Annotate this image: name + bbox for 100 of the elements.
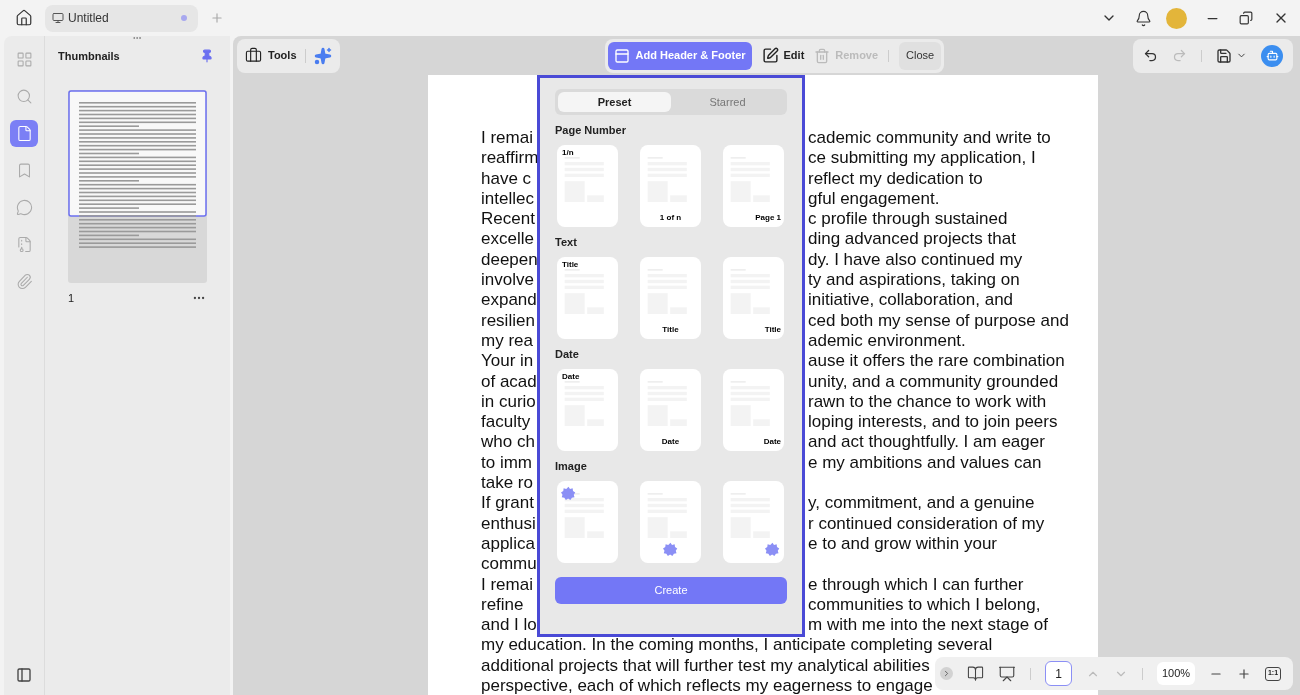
document-text-fragment: who ch xyxy=(481,432,536,453)
template-card[interactable] xyxy=(557,481,618,563)
zoom-field[interactable]: 100% xyxy=(1157,662,1195,685)
document-text-line: additional projects that will further test my analytical abilities xyxy=(481,655,930,676)
sidebar-tab[interactable] xyxy=(10,120,38,147)
template-label: Title xyxy=(764,326,781,334)
page-thumbnail[interactable] xyxy=(68,90,207,283)
redo-icon[interactable] xyxy=(1172,48,1187,63)
flower-icon xyxy=(561,486,576,501)
template-label: Page 1 xyxy=(755,214,781,222)
document-text-fragment: ced both my sense of purpose and xyxy=(808,310,1069,331)
document-text-fragment: ce submitting my application, I xyxy=(808,148,1036,169)
template-label: Date xyxy=(763,438,781,446)
close-button[interactable]: Close xyxy=(899,41,942,70)
document-text-fragment: of acad xyxy=(481,371,537,392)
edit-icon xyxy=(761,47,779,64)
document-tab[interactable]: Untitled xyxy=(45,4,198,32)
template-label: 1 of n xyxy=(658,214,683,222)
document-text-fragment: communities to which I belong, xyxy=(808,594,1041,616)
template-card[interactable] xyxy=(640,481,701,563)
document-text-fragment: e through which I can further xyxy=(808,574,1024,595)
section-title: Page Number xyxy=(555,124,627,137)
document-text-fragment: Your in xyxy=(481,351,535,372)
document-text-fragment: If grant xyxy=(481,493,535,514)
page-icon xyxy=(15,125,33,142)
create-button[interactable]: Create xyxy=(555,577,787,604)
bell-icon[interactable] xyxy=(1135,9,1152,27)
document-text-fragment: unity, and a community grounded xyxy=(808,371,1059,392)
document-text-fragment: reaffirm xyxy=(481,148,537,169)
page-number-field[interactable]: 1 xyxy=(1045,661,1072,686)
document-text-fragment: ty and aspirations, taking on xyxy=(808,270,1020,291)
paperclip-icon xyxy=(15,273,33,290)
template-card[interactable]: 1 of n xyxy=(640,145,701,227)
pin-icon[interactable] xyxy=(200,49,214,63)
template-label: Title xyxy=(562,261,579,269)
section-title: Date xyxy=(555,348,580,361)
document-text-fragment: applica xyxy=(481,533,536,555)
home-icon[interactable] xyxy=(15,9,33,27)
document-text-fragment: reflect my dedication to xyxy=(808,168,983,189)
document-text-fragment: and I lo xyxy=(481,615,537,636)
document-text-fragment: and act thoughtfully. I am eager xyxy=(808,432,1045,453)
document-text-fragment: c profile through sustained xyxy=(808,209,1008,230)
monitor-icon xyxy=(52,12,64,24)
panel-tab[interactable]: Preset xyxy=(558,92,671,112)
document-text-fragment: commu xyxy=(481,554,537,575)
new-tab-icon[interactable] xyxy=(210,11,224,25)
avatar[interactable] xyxy=(1166,7,1187,29)
document-text-fragment: cademic community and write to xyxy=(808,128,1051,149)
edit-button[interactable]: Edit xyxy=(761,47,805,64)
add-header-footer-button[interactable]: Add Header & Footer xyxy=(607,41,752,70)
panel-title: Thumbnails xyxy=(58,48,120,64)
template-card[interactable]: Title xyxy=(557,257,618,339)
template-card[interactable] xyxy=(723,481,784,563)
document-text-fragment: ause it offers the rare combination xyxy=(808,351,1065,372)
template-card[interactable]: Title xyxy=(723,257,784,339)
template-card[interactable]: Date xyxy=(640,369,701,451)
document-text-fragment: deepen xyxy=(481,249,537,271)
presentation-icon[interactable] xyxy=(998,664,1016,683)
flower-icon xyxy=(663,542,678,557)
template-card[interactable]: Page 1 xyxy=(723,145,784,227)
document-text-fragment: y, commitment, and a genuine xyxy=(808,493,1035,514)
file-icon xyxy=(15,236,33,253)
template-card[interactable]: Date xyxy=(723,369,784,451)
header-footer-icon xyxy=(613,47,630,64)
document-text-fragment: ding advanced projects that xyxy=(808,229,1016,250)
document-text-fragment: ademic environment. xyxy=(808,330,966,352)
document-text-fragment: faculty xyxy=(481,412,532,433)
expand-icon[interactable] xyxy=(940,667,953,680)
document-text-fragment: m with me into the next stage of xyxy=(808,615,1048,636)
document-text-fragment: loping interests, and to join peers xyxy=(808,412,1058,433)
template-card[interactable]: Title xyxy=(640,257,701,339)
document-text-fragment: rawn to the chance to work with xyxy=(808,391,1047,413)
document-text-fragment: I remai xyxy=(481,574,534,595)
sparkle-icon[interactable] xyxy=(313,46,332,65)
document-text-fragment: my rea xyxy=(481,330,534,352)
save-icon[interactable] xyxy=(1216,47,1232,64)
document-text-line: my education. In the coming months, I anticipate completing several xyxy=(481,635,993,656)
sidebar-toggle-icon[interactable] xyxy=(16,667,32,683)
book-icon[interactable] xyxy=(967,665,984,682)
document-text-fragment: e to and grow within your xyxy=(808,533,997,555)
assistant-icon[interactable] xyxy=(1261,44,1283,67)
template-card[interactable]: 1/n xyxy=(557,145,618,227)
zoom-in-icon[interactable] xyxy=(1237,666,1251,681)
restore-icon[interactable] xyxy=(1239,11,1253,25)
section-title: Image xyxy=(555,460,588,473)
template-label: Title xyxy=(661,326,680,334)
document-text-fragment: have c xyxy=(481,168,533,189)
trash-icon xyxy=(814,47,831,64)
document-text-fragment: dy. I have also continued my xyxy=(808,249,1023,271)
tab-title: Untitled xyxy=(68,10,109,27)
document-text-fragment: to imm xyxy=(481,452,533,474)
document-text-fragment: I remai xyxy=(481,128,534,149)
document-text-fragment: refine xyxy=(481,594,525,616)
document-text-fragment: Recent xyxy=(481,209,536,230)
undo-icon[interactable] xyxy=(1143,48,1158,63)
document-text-line: perspective, each of which reflects my eagerness to engage xyxy=(481,676,933,695)
document-text-fragment: expand xyxy=(481,290,537,311)
template-card[interactable]: Date xyxy=(557,369,618,451)
grid-icon xyxy=(15,51,33,68)
template-label: Date xyxy=(562,373,580,381)
